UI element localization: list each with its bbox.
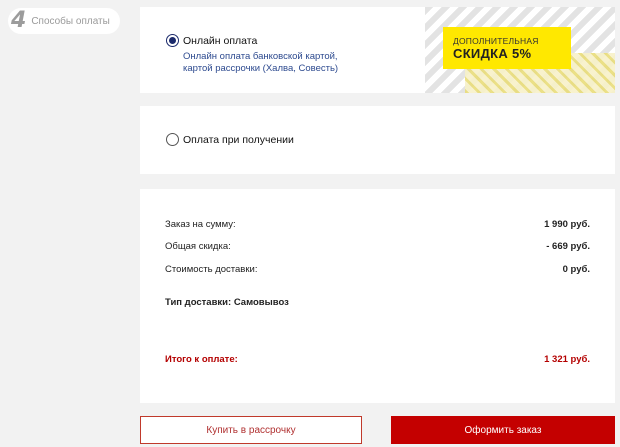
order-sum-label: Заказ на сумму: [165,219,236,230]
cod-payment-title[interactable]: Оплата при получении [183,134,294,146]
discount-value: - 669 руб. [546,241,590,252]
delivery-type: Тип доставки: Самовывоз [165,297,289,308]
discount-row: Общая скидка: - 669 руб. [165,241,590,252]
online-payment-radio[interactable] [166,34,179,47]
promo-line1: ДОПОЛНИТЕЛЬНАЯ [453,36,539,46]
buy-installment-button[interactable]: Купить в рассрочку [140,416,362,444]
online-payment-desc-line2: картой рассрочки (Халва, Совесть) [183,63,339,74]
discount-promo-badge: ДОПОЛНИТЕЛЬНАЯ СКИДКА 5% [443,27,571,69]
total-label: Итого к оплате: [165,354,238,365]
discount-label: Общая скидка: [165,241,231,252]
online-payment-description: Онлайн оплата банковской картой, картой … [183,51,413,75]
online-payment-desc-line1: Онлайн оплата банковской картой, [183,51,338,62]
order-sum-row: Заказ на сумму: 1 990 руб. [165,219,590,230]
step-label: Способы оплаты [31,15,110,27]
delivery-cost-label: Стоимость доставки: [165,264,258,275]
place-order-button[interactable]: Оформить заказ [391,416,615,444]
order-sum-value: 1 990 руб. [544,219,590,230]
order-summary: Заказ на сумму: 1 990 руб. Общая скидка:… [140,189,615,403]
delivery-cost-row: Стоимость доставки: 0 руб. [165,264,590,275]
payment-option-cash-on-delivery[interactable]: Оплата при получении [140,106,615,174]
delivery-cost-value: 0 руб. [562,264,590,275]
total-row: Итого к оплате: 1 321 руб. [165,354,590,365]
cod-payment-radio[interactable] [166,133,179,146]
step-number: 4 [11,8,27,33]
online-payment-title[interactable]: Онлайн оплата [183,35,257,47]
promo-line2: СКИДКА 5% [453,46,532,61]
step-indicator: 4 Способы оплаты [8,8,120,34]
payment-option-online[interactable]: Онлайн оплата Онлайн оплата банковской к… [140,7,615,93]
total-value: 1 321 руб. [544,354,590,365]
